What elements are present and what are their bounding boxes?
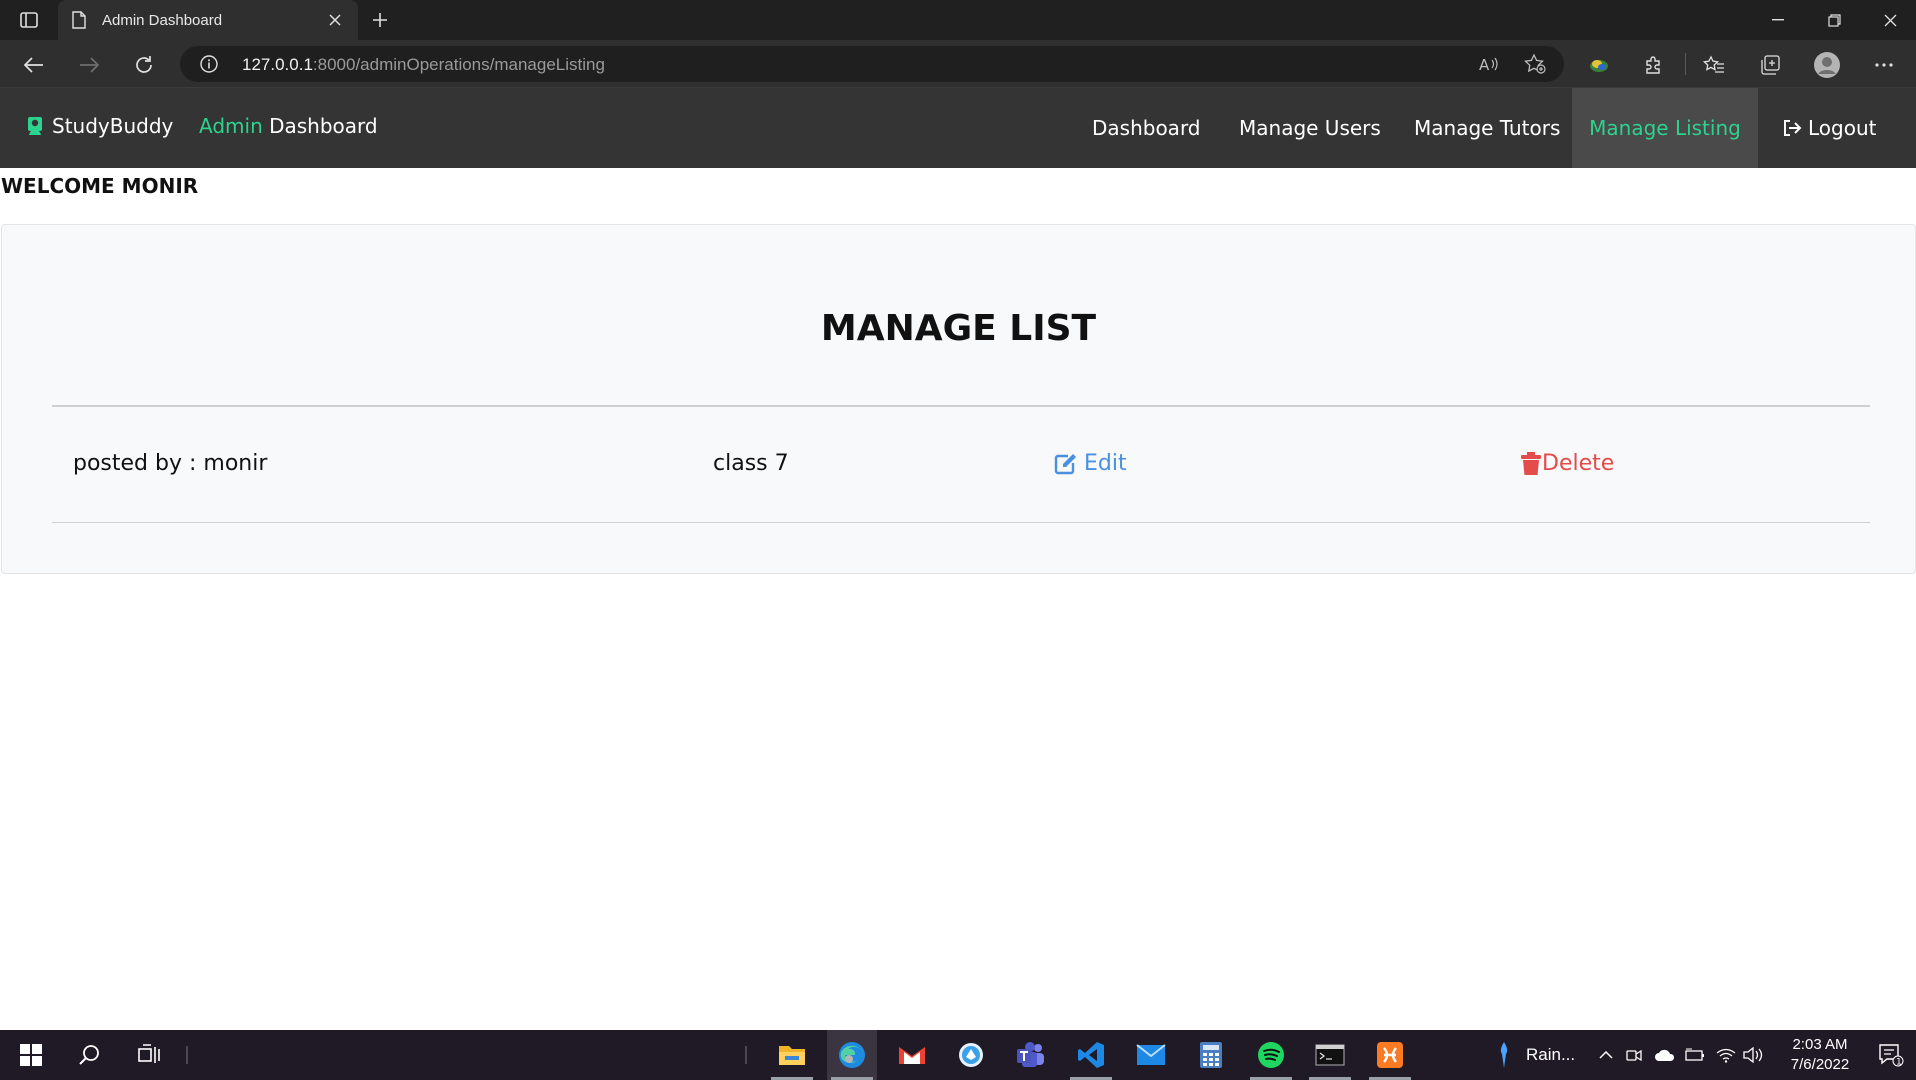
- taskbar-divider: [745, 1046, 747, 1064]
- page-icon: [72, 11, 88, 29]
- logout-icon: [1784, 120, 1802, 136]
- collections-icon[interactable]: [1757, 52, 1783, 78]
- onedrive-icon[interactable]: [1652, 1030, 1678, 1080]
- restore-icon[interactable]: [1806, 0, 1862, 40]
- new-tab-icon[interactable]: [366, 9, 394, 31]
- notifications-icon[interactable]: 1: [1866, 1030, 1916, 1080]
- start-icon[interactable]: [6, 1030, 56, 1080]
- tab-actions-icon[interactable]: [14, 9, 44, 31]
- search-icon[interactable]: [64, 1030, 114, 1080]
- rain-icon: [1500, 1042, 1508, 1068]
- teams-icon[interactable]: [1006, 1030, 1056, 1080]
- toolbar-divider: [1685, 53, 1686, 75]
- more-options-icon[interactable]: [1871, 52, 1897, 78]
- navbar-subtitle: Admin Dashboard: [199, 114, 378, 138]
- clock-date: 7/6/2022: [1790, 1056, 1850, 1073]
- divider: [52, 522, 1870, 523]
- svg-text:1: 1: [1896, 1058, 1902, 1068]
- tab-title: Admin Dashboard: [102, 11, 223, 29]
- clock[interactable]: 2:03 AM 7/6/2022: [1770, 1035, 1870, 1075]
- nav-manage-users[interactable]: Manage Users: [1217, 88, 1403, 168]
- taskbar-divider: [186, 1046, 188, 1064]
- terminal-icon[interactable]: [1305, 1030, 1355, 1080]
- vscode-icon[interactable]: [1066, 1030, 1116, 1080]
- nav-dashboard[interactable]: Dashboard: [1070, 88, 1223, 168]
- welcome-heading: WELCOME MONIR: [1, 174, 199, 198]
- weather-widget[interactable]: Rain...: [1496, 1030, 1575, 1080]
- windows-taskbar: Rain... 2:03 AM 7/6/2022 1: [0, 1030, 1916, 1080]
- minimize-icon[interactable]: [1750, 0, 1806, 40]
- nav-manage-listing[interactable]: Manage Listing: [1572, 88, 1758, 168]
- site-navbar: StudyBuddy Admin Dashboard Dashboard Man…: [0, 88, 1916, 168]
- close-window-icon[interactable]: [1862, 0, 1916, 40]
- edit-icon: [1054, 453, 1076, 474]
- back-icon[interactable]: [20, 52, 48, 78]
- gmail-icon[interactable]: [887, 1030, 937, 1080]
- meet-now-icon[interactable]: [1622, 1030, 1646, 1080]
- page-title: MANAGE LIST: [820, 308, 1097, 349]
- site-info-icon[interactable]: [200, 55, 218, 77]
- wifi-icon[interactable]: [1713, 1030, 1739, 1080]
- extensions-icon[interactable]: [1641, 52, 1667, 78]
- mail-icon[interactable]: [1126, 1030, 1176, 1080]
- svg-text:A: A: [1479, 56, 1490, 73]
- edit-link[interactable]: Edit: [1054, 451, 1127, 476]
- spotify-icon[interactable]: [1246, 1030, 1296, 1080]
- divider: [52, 405, 1870, 407]
- browser-tab-strip: Admin Dashboard: [0, 0, 1916, 40]
- manage-list-card: MANAGE LIST posted by : monir class 7 Ed…: [1, 224, 1916, 574]
- extension-globe-icon[interactable]: [1586, 52, 1612, 78]
- browser-toolbar: 127.0.0.1:8000/adminOperations/manageLis…: [0, 40, 1916, 88]
- nav-manage-tutors[interactable]: Manage Tutors: [1392, 88, 1582, 168]
- calculator-icon[interactable]: [1186, 1030, 1236, 1080]
- show-hidden-icons-icon[interactable]: [1594, 1030, 1618, 1080]
- nav-logout[interactable]: Logout: [1760, 88, 1898, 168]
- brand-link[interactable]: StudyBuddy: [26, 114, 173, 138]
- edge-icon[interactable]: [827, 1030, 877, 1080]
- battery-icon[interactable]: [1682, 1030, 1708, 1080]
- address-bar[interactable]: 127.0.0.1:8000/adminOperations/manageLis…: [180, 46, 1564, 82]
- refresh-icon[interactable]: [130, 52, 158, 78]
- profile-avatar[interactable]: [1814, 52, 1840, 78]
- read-aloud-icon[interactable]: A: [1478, 54, 1500, 74]
- listing-posted-by: posted by : monir: [73, 451, 268, 476]
- xampp-icon[interactable]: [1365, 1030, 1415, 1080]
- url-text: 127.0.0.1:8000/adminOperations/manageLis…: [242, 55, 605, 74]
- volume-icon[interactable]: [1740, 1030, 1766, 1080]
- close-tab-icon[interactable]: [326, 11, 344, 29]
- listing-class: class 7: [713, 451, 789, 476]
- delete-link[interactable]: Delete: [1521, 451, 1614, 476]
- forward-icon[interactable]: [75, 52, 103, 78]
- proton-vpn-icon[interactable]: [946, 1030, 996, 1080]
- add-favorite-icon[interactable]: [1524, 54, 1546, 74]
- graduate-icon: [28, 117, 42, 135]
- task-view-icon[interactable]: [124, 1030, 174, 1080]
- trash-icon: [1521, 451, 1541, 475]
- browser-tab-active[interactable]: Admin Dashboard: [58, 0, 358, 40]
- favorites-icon[interactable]: [1701, 52, 1727, 78]
- clock-time: 2:03 AM: [1792, 1036, 1848, 1053]
- file-explorer-icon[interactable]: [767, 1030, 817, 1080]
